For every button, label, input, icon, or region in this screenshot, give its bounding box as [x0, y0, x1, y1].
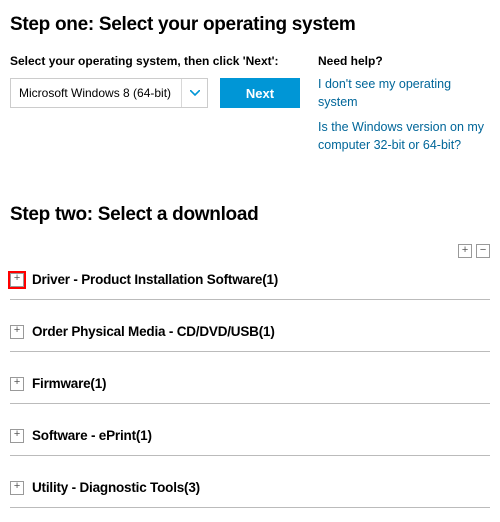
expand-icon[interactable]: +	[10, 325, 24, 339]
download-row-label[interactable]: Driver - Product Installation Software(1…	[32, 272, 278, 287]
download-row-utility: + Utility - Diagnostic Tools(3)	[10, 470, 490, 508]
os-select-label: Select your operating system, then click…	[10, 54, 300, 68]
collapse-all-button[interactable]: −	[476, 244, 490, 258]
help-title: Need help?	[318, 54, 490, 68]
spacer	[10, 456, 490, 470]
help-column: Need help? I don't see my operating syst…	[318, 54, 490, 162]
download-row-label[interactable]: Order Physical Media - CD/DVD/USB(1)	[32, 324, 275, 339]
spacer	[10, 352, 490, 366]
expand-icon[interactable]: +	[10, 377, 24, 391]
expand-icon[interactable]: +	[10, 429, 24, 443]
download-row-software: + Software - ePrint(1)	[10, 418, 490, 456]
expand-icon[interactable]: +	[10, 273, 24, 287]
help-link-no-os[interactable]: I don't see my operating system	[318, 76, 490, 111]
expand-collapse-controls: + −	[10, 244, 490, 258]
step-one-row: Select your operating system, then click…	[10, 54, 490, 162]
os-dropdown[interactable]: Microsoft Windows 8 (64-bit)	[10, 78, 208, 108]
download-row-label[interactable]: Utility - Diagnostic Tools(3)	[32, 480, 200, 495]
os-column: Select your operating system, then click…	[10, 54, 300, 162]
step-two-title: Step two: Select a download	[10, 204, 490, 226]
spacer	[10, 404, 490, 418]
step-two-section: Step two: Select a download + − + Driver…	[10, 204, 490, 508]
spacer	[10, 300, 490, 314]
os-select-row: Microsoft Windows 8 (64-bit) Next	[10, 78, 300, 108]
os-dropdown-value: Microsoft Windows 8 (64-bit)	[19, 86, 181, 100]
chevron-down-icon	[181, 79, 207, 107]
download-row-driver: + Driver - Product Installation Software…	[10, 262, 490, 300]
step-one-title: Step one: Select your operating system	[10, 14, 490, 36]
download-row-media: + Order Physical Media - CD/DVD/USB(1)	[10, 314, 490, 352]
help-link-bitness[interactable]: Is the Windows version on my computer 32…	[318, 119, 490, 154]
expand-icon[interactable]: +	[10, 481, 24, 495]
expand-all-button[interactable]: +	[458, 244, 472, 258]
download-row-firmware: + Firmware(1)	[10, 366, 490, 404]
download-row-label[interactable]: Software - ePrint(1)	[32, 428, 152, 443]
next-button[interactable]: Next	[220, 78, 300, 108]
download-row-label[interactable]: Firmware(1)	[32, 376, 106, 391]
